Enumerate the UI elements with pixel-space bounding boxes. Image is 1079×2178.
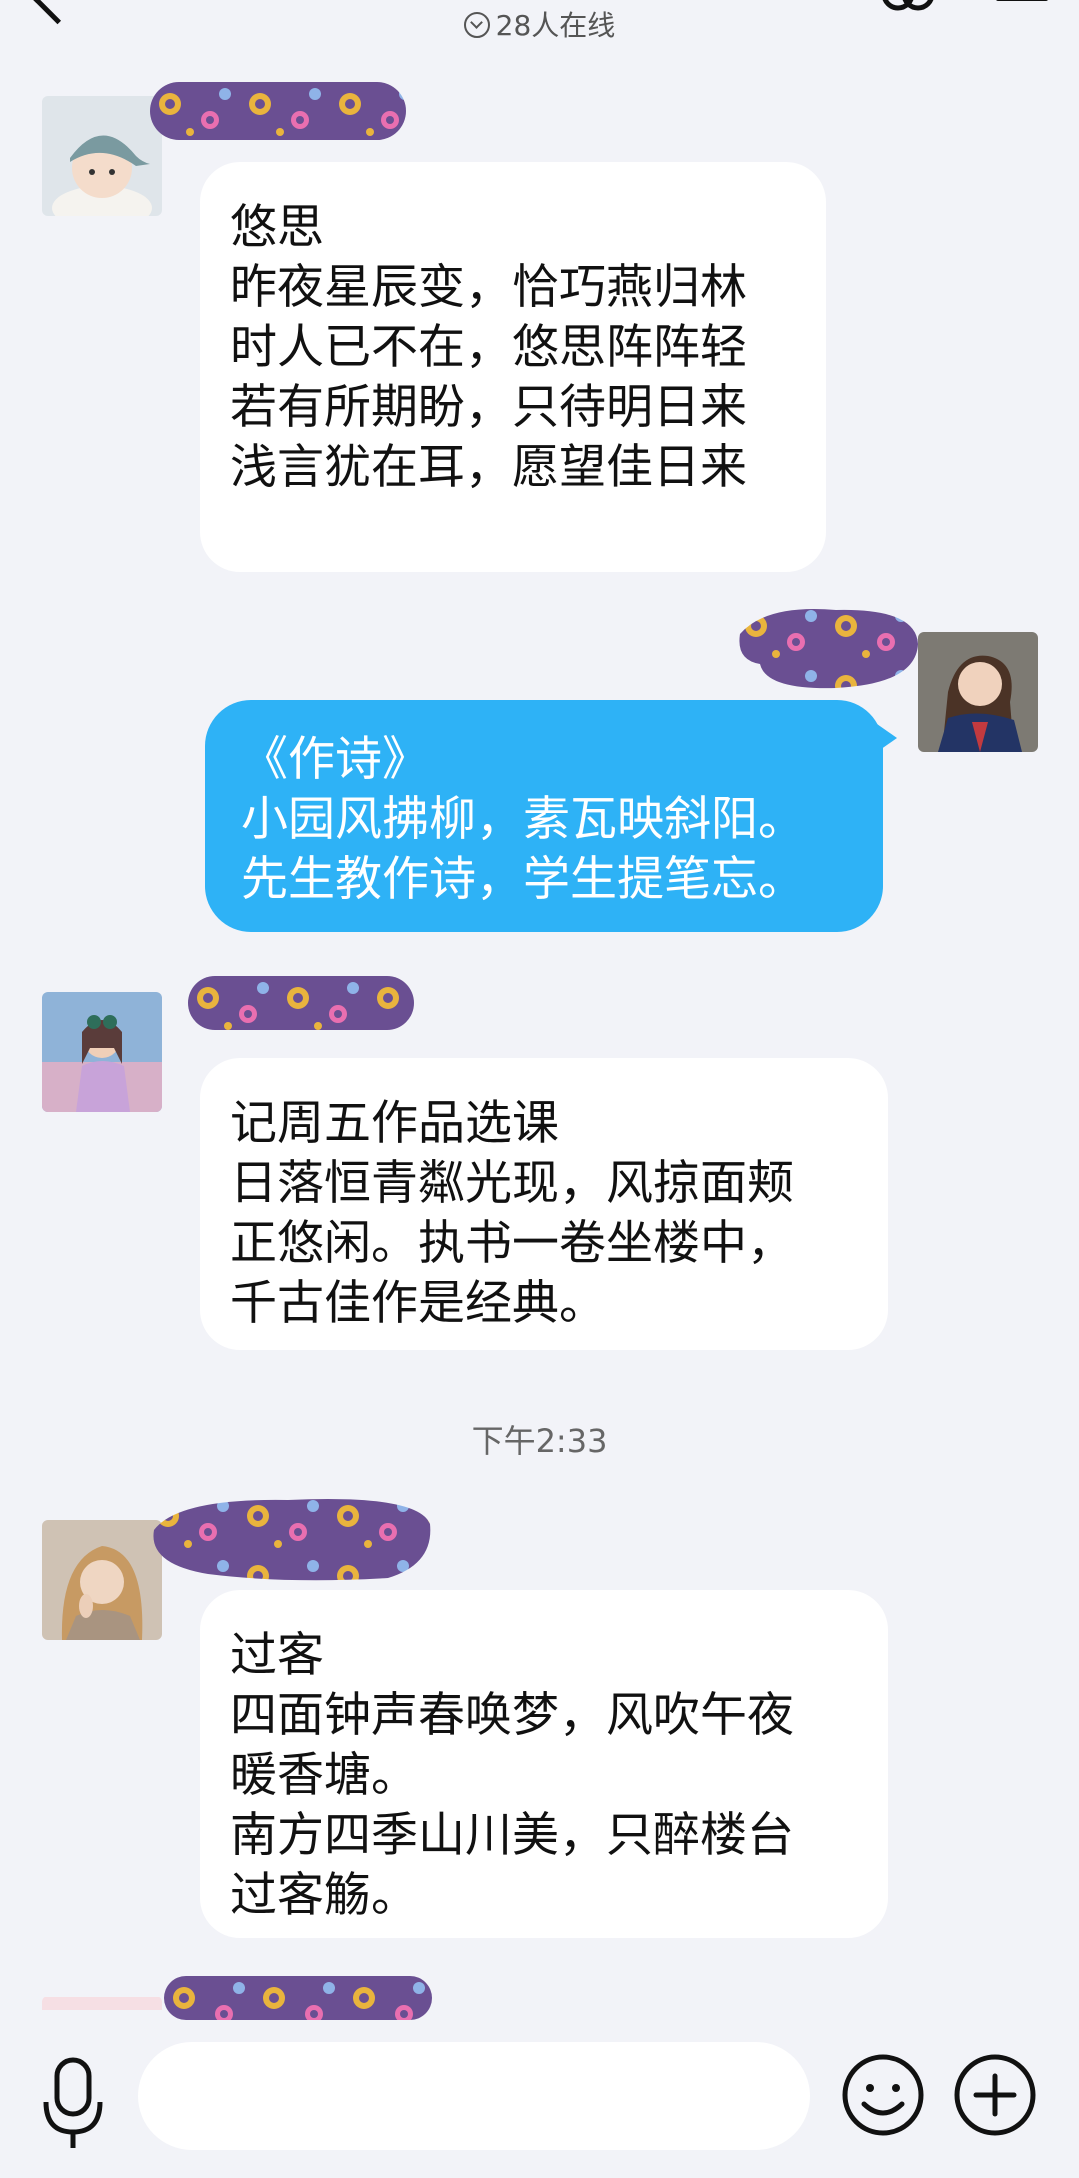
- avatar[interactable]: [42, 992, 162, 1112]
- message-title: 《作诗》: [241, 732, 429, 787]
- avatar[interactable]: [42, 1520, 162, 1640]
- input-bar: [0, 2022, 1079, 2178]
- message-line: 浅言犹在耳，愿望佳日来: [230, 440, 747, 495]
- message-line: 千古佳作是经典。: [230, 1276, 606, 1331]
- chevron-down-icon: [463, 12, 490, 38]
- online-count-text: 28人在线: [495, 9, 616, 42]
- message-line: 先生教作诗，学生提笔忘。: [241, 852, 805, 907]
- message-bubble[interactable]: 过客 四面钟声春唤梦，风吹午夜 暖香塘。 南方四季山川美，只醉楼台 过客觞。: [200, 1590, 888, 1938]
- message-line: 日落恒青粼光现，风掠面颊: [230, 1156, 794, 1211]
- link-icon[interactable]: [880, 0, 936, 20]
- message-line: 暖香塘。: [230, 1748, 418, 1803]
- message-line: 时人已不在，悠思阵阵轻: [230, 320, 747, 375]
- username-scribble: [164, 1976, 432, 2020]
- message-input[interactable]: [138, 2042, 810, 2150]
- message-line: 正悠闲。执书一卷坐楼中，: [230, 1216, 794, 1271]
- username-scribble: [150, 82, 406, 140]
- top-bar: 28人在线: [0, 0, 1079, 60]
- message-line: 四面钟声春唤梦，风吹午夜: [230, 1688, 794, 1743]
- username-scribble: [153, 1499, 431, 1581]
- message-line: 过客觞。: [230, 1868, 418, 1923]
- timestamp: 下午2:33: [471, 1422, 608, 1460]
- message-line: 南方四季山川美，只醉楼台: [230, 1808, 794, 1863]
- menu-icon[interactable]: [996, 0, 1048, 8]
- avatar[interactable]: [42, 1996, 162, 2010]
- avatar[interactable]: [42, 96, 162, 216]
- message-title: 悠思: [230, 200, 324, 255]
- username-scribble: [739, 609, 918, 689]
- avatar[interactable]: [918, 632, 1038, 752]
- message-title: 过客: [230, 1628, 324, 1683]
- message-line: 小园风拂柳，素瓦映斜阳。: [241, 792, 805, 847]
- message-title: 记周五作品选课: [230, 1096, 559, 1151]
- emoji-icon[interactable]: [840, 2052, 926, 2138]
- username-scribble: [188, 976, 414, 1030]
- message-line: 昨夜星辰变，恰巧燕归林: [230, 260, 747, 315]
- message-bubble[interactable]: 《作诗》 小园风拂柳，素瓦映斜阳。 先生教作诗，学生提笔忘。: [205, 700, 897, 932]
- mic-icon[interactable]: [38, 2054, 108, 2154]
- message-bubble[interactable]: 记周五作品选课 日落恒青粼光现，风掠面颊 正悠闲。执书一卷坐楼中， 千古佳作是经…: [200, 1058, 888, 1350]
- message-bubble[interactable]: 悠思 昨夜星辰变，恰巧燕归林 时人已不在，悠思阵阵轻 若有所期盼，只待明日来 浅…: [200, 162, 826, 572]
- plus-icon[interactable]: [952, 2052, 1038, 2138]
- message-line: 若有所期盼，只待明日来: [230, 380, 747, 435]
